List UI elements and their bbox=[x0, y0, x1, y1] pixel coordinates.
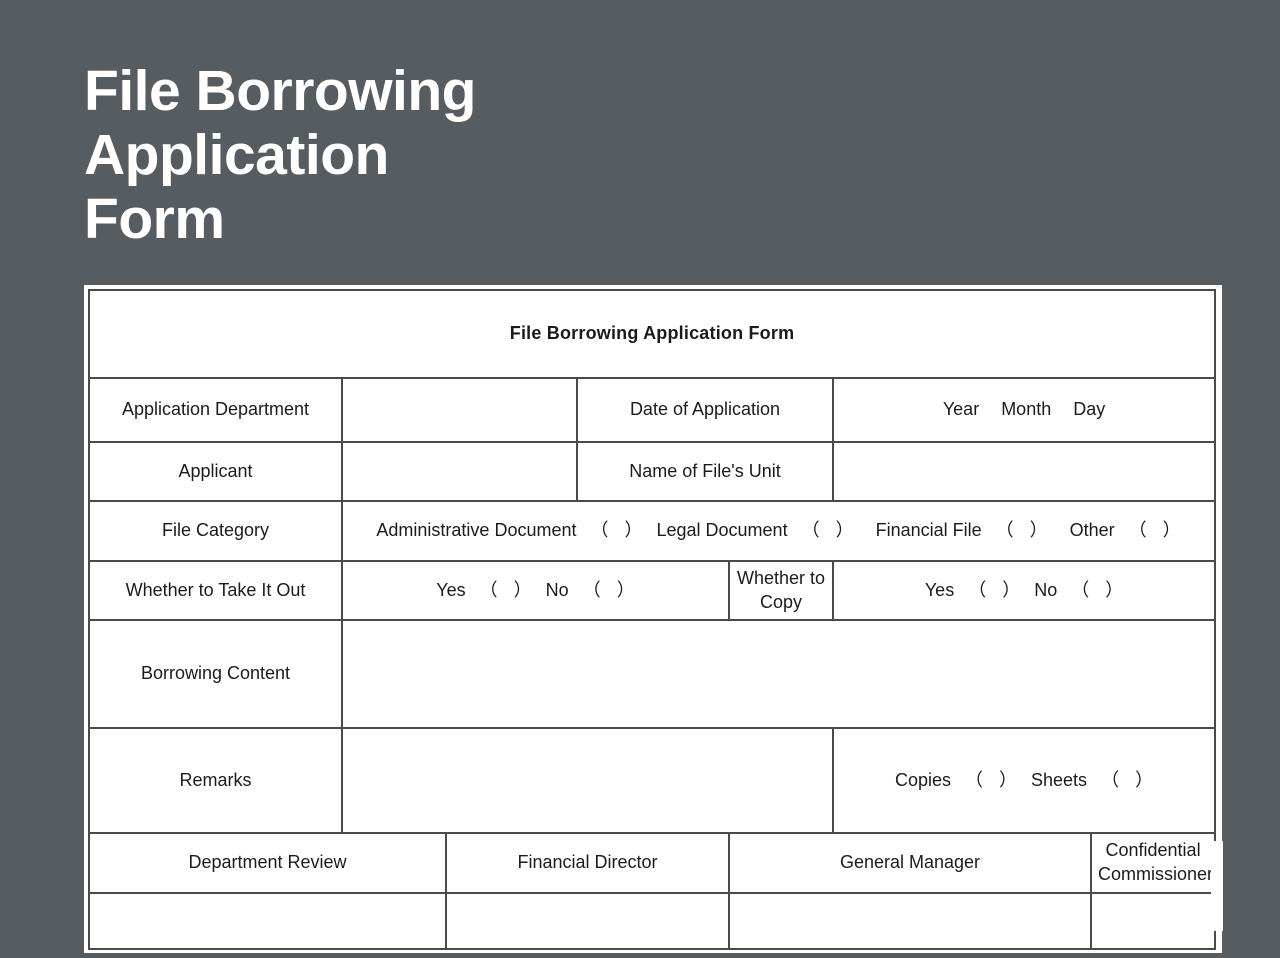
sheets-label: Sheets bbox=[1031, 769, 1088, 790]
file-category-options[interactable]: Administrative Document （） Legal Document （… bbox=[340, 500, 1217, 562]
applicant-label: Applicant bbox=[88, 441, 343, 502]
take-it-out-yes-checkbox[interactable]: （） bbox=[480, 580, 532, 600]
borrowing-content-label: Borrowing Content bbox=[88, 619, 343, 729]
copies-label: Copies bbox=[894, 769, 952, 790]
file-category-option-legal-document[interactable]: Legal Document bbox=[656, 520, 787, 540]
file-category-checkbox-financial-file[interactable]: （） bbox=[996, 520, 1048, 540]
application-department-label: Application Department bbox=[88, 377, 343, 443]
signature-value-general-manager[interactable] bbox=[728, 892, 1092, 950]
borrowing-content-value[interactable] bbox=[340, 619, 1217, 729]
copies-checkbox[interactable]: （） bbox=[965, 770, 1017, 790]
application-department-row: Application Department Date of Applicati… bbox=[88, 377, 1217, 443]
remarks-value[interactable] bbox=[341, 727, 834, 834]
form-card: File Borrowing Application Form Applicat… bbox=[84, 285, 1223, 953]
file-category-row: File Category Administrative Document （） L… bbox=[88, 500, 1217, 562]
signature-header-financial-director: Financial Director bbox=[445, 832, 730, 894]
borrowing-content-row: Borrowing Content bbox=[88, 619, 1217, 729]
sheets-checkbox[interactable]: （） bbox=[1101, 770, 1153, 790]
date-of-application-label: Date of Application bbox=[576, 377, 834, 443]
signature-header-general-manager: General Manager bbox=[728, 832, 1092, 894]
card-edge-notch bbox=[1211, 841, 1223, 931]
whether-to-copy-options[interactable]: Yes （） No （） bbox=[831, 560, 1217, 621]
take-it-out-no-label[interactable]: No bbox=[546, 580, 569, 600]
applicant-row: Applicant Name of File's Unit bbox=[88, 441, 1217, 502]
take-it-out-no-checkbox[interactable]: （） bbox=[583, 580, 635, 600]
signature-value-row bbox=[88, 892, 1217, 950]
signature-value-confidential-commissioner[interactable] bbox=[1089, 892, 1217, 950]
file-category-checkbox-legal-document[interactable]: （） bbox=[802, 520, 854, 540]
file-borrowing-application-form-table: File Borrowing Application Form Applicat… bbox=[87, 289, 1217, 950]
application-department-value[interactable] bbox=[341, 377, 578, 443]
date-year-label: Year bbox=[942, 399, 980, 420]
whether-to-copy-label: Whether to Copy bbox=[728, 560, 834, 621]
file-category-option-financial-file[interactable]: Financial File bbox=[876, 520, 982, 540]
signature-header-confidential-commissioner: Confidential Commissioner bbox=[1089, 832, 1217, 894]
whether-to-take-it-out-label: Whether to Take It Out bbox=[88, 560, 343, 621]
take-it-out-yes-label[interactable]: Yes bbox=[436, 580, 465, 600]
copy-yes-checkbox[interactable]: （） bbox=[968, 580, 1020, 600]
signature-header-department-review: Department Review bbox=[88, 832, 447, 894]
signature-value-financial-director[interactable] bbox=[445, 892, 730, 950]
remarks-row: Remarks Copies （） Sheets （） bbox=[88, 727, 1217, 834]
slide-title: File Borrowing Application Form bbox=[84, 59, 477, 251]
file-category-checkbox-administrative-document[interactable]: （） bbox=[590, 520, 642, 540]
file-category-option-administrative-document[interactable]: Administrative Document bbox=[376, 520, 576, 540]
whether-to-take-it-out-row: Whether to Take It Out Yes （） No （） Whether… bbox=[88, 560, 1217, 621]
copy-yes-label[interactable]: Yes bbox=[925, 580, 954, 600]
remarks-label: Remarks bbox=[88, 727, 343, 834]
applicant-value[interactable] bbox=[341, 441, 578, 502]
file-category-option-other[interactable]: Other bbox=[1070, 520, 1115, 540]
copy-no-label[interactable]: No bbox=[1034, 580, 1057, 600]
signature-header-row: Department Review Financial Director Gen… bbox=[88, 832, 1217, 894]
date-month-label: Month bbox=[1001, 399, 1052, 420]
date-of-application-value[interactable]: Year Month Day bbox=[831, 377, 1217, 443]
copies-sheets-field[interactable]: Copies （） Sheets （） bbox=[831, 727, 1217, 834]
file-category-checkbox-other[interactable]: （） bbox=[1129, 520, 1181, 540]
form-heading-row: File Borrowing Application Form bbox=[87, 289, 1217, 379]
take-it-out-options[interactable]: Yes （） No （） bbox=[341, 560, 730, 621]
signature-value-department-review[interactable] bbox=[88, 892, 447, 950]
form-heading: File Borrowing Application Form bbox=[87, 289, 1217, 379]
date-day-label: Day bbox=[1073, 399, 1106, 420]
copy-no-checkbox[interactable]: （） bbox=[1071, 580, 1123, 600]
name-of-files-unit-label: Name of File's Unit bbox=[576, 441, 834, 502]
file-category-label: File Category bbox=[88, 500, 343, 562]
name-of-files-unit-value[interactable] bbox=[831, 441, 1217, 502]
